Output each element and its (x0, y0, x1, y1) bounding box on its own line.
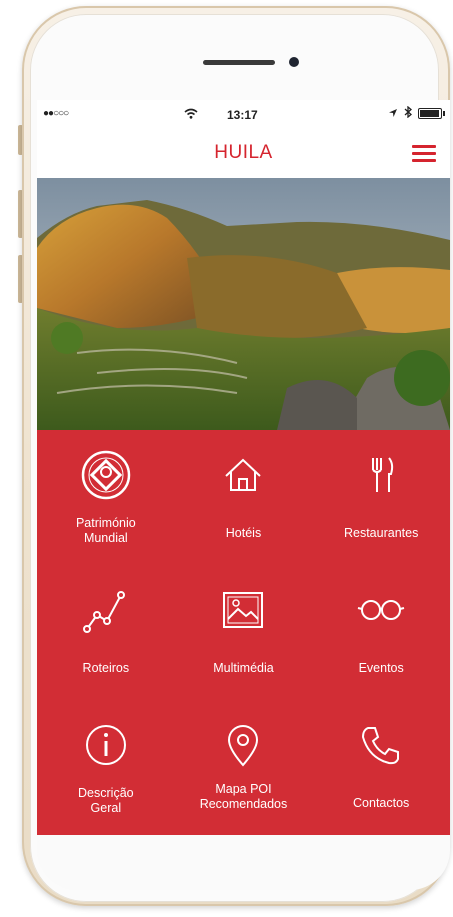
tile-label-hoteis: Hotéis (179, 526, 309, 541)
picture-icon (223, 592, 264, 628)
tile-restaurantes[interactable]: Restaurantes (312, 430, 450, 565)
signal-strength: ●●○○○ (43, 108, 69, 119)
bluetooth-icon (404, 105, 412, 121)
map-pin-icon (228, 725, 259, 767)
earpiece-speaker (203, 60, 275, 65)
status-bar: ●●○○○ 13:17 (37, 100, 450, 130)
info-icon (85, 725, 126, 765)
tile-eventos[interactable]: Eventos (312, 565, 450, 700)
category-grid: Património Mundial Hotéis Restaurantes R… (37, 430, 450, 835)
tile-label-patrimonio: Património Mundial (41, 516, 171, 546)
tile-label-contactos: Contactos (316, 796, 446, 811)
tile-multimedia[interactable]: Multimédia (175, 565, 313, 700)
tile-label-text: Descrição Geral (78, 786, 134, 815)
app-screen: ●●○○○ 13:17 HUILA Património Mundial Hot… (37, 100, 450, 835)
fork-knife-icon (372, 457, 394, 492)
tile-label-text: Património Mundial (75, 516, 136, 545)
tile-hoteis[interactable]: Hotéis (175, 430, 313, 565)
location-arrow-icon (388, 107, 398, 121)
tile-roteiros[interactable]: Roteiros (37, 565, 175, 700)
tile-label-mapa: Mapa POI Recomendados (179, 782, 309, 812)
hero-landscape-image (37, 178, 450, 430)
phone-chin (37, 835, 450, 890)
tile-label-text: Hotéis (225, 526, 262, 540)
phone-icon (362, 727, 400, 765)
page-title: HUILA (214, 142, 273, 163)
tile-label-multimedia: Multimédia (179, 661, 309, 676)
tile-contactos[interactable]: Contactos (312, 700, 450, 835)
hamburger-menu-button[interactable] (412, 144, 436, 164)
tile-label-text: Roteiros (82, 661, 130, 675)
tile-label-text: Eventos (358, 661, 404, 675)
nav-bar: HUILA (37, 130, 450, 178)
tile-label-text: Mapa POI Recomendados (199, 782, 288, 811)
status-time: 13:17 (227, 108, 258, 122)
status-right (388, 105, 445, 121)
tile-label-descricao: Descrição Geral (41, 786, 171, 816)
tile-label-restaurantes: Restaurantes (316, 526, 446, 541)
glasses-icon (357, 600, 405, 620)
tile-label-text: Multimédia (213, 661, 274, 675)
tile-label-eventos: Eventos (316, 661, 446, 676)
wifi-icon (184, 108, 198, 122)
tile-label-text: Restaurantes (343, 526, 419, 540)
tile-mapa-poi[interactable]: Mapa POI Recomendados (175, 700, 313, 835)
hamburger-icon (412, 145, 436, 162)
front-camera (289, 57, 299, 67)
house-icon (225, 458, 262, 491)
battery-icon (418, 108, 445, 119)
tile-label-text: Contactos (353, 796, 410, 810)
tile-descricao-geral[interactable]: Descrição Geral (37, 700, 175, 835)
world-heritage-icon (81, 450, 131, 500)
tile-label-roteiros: Roteiros (41, 661, 171, 676)
route-icon (82, 591, 125, 633)
tile-patrimonio-mundial[interactable]: Património Mundial (37, 430, 175, 565)
